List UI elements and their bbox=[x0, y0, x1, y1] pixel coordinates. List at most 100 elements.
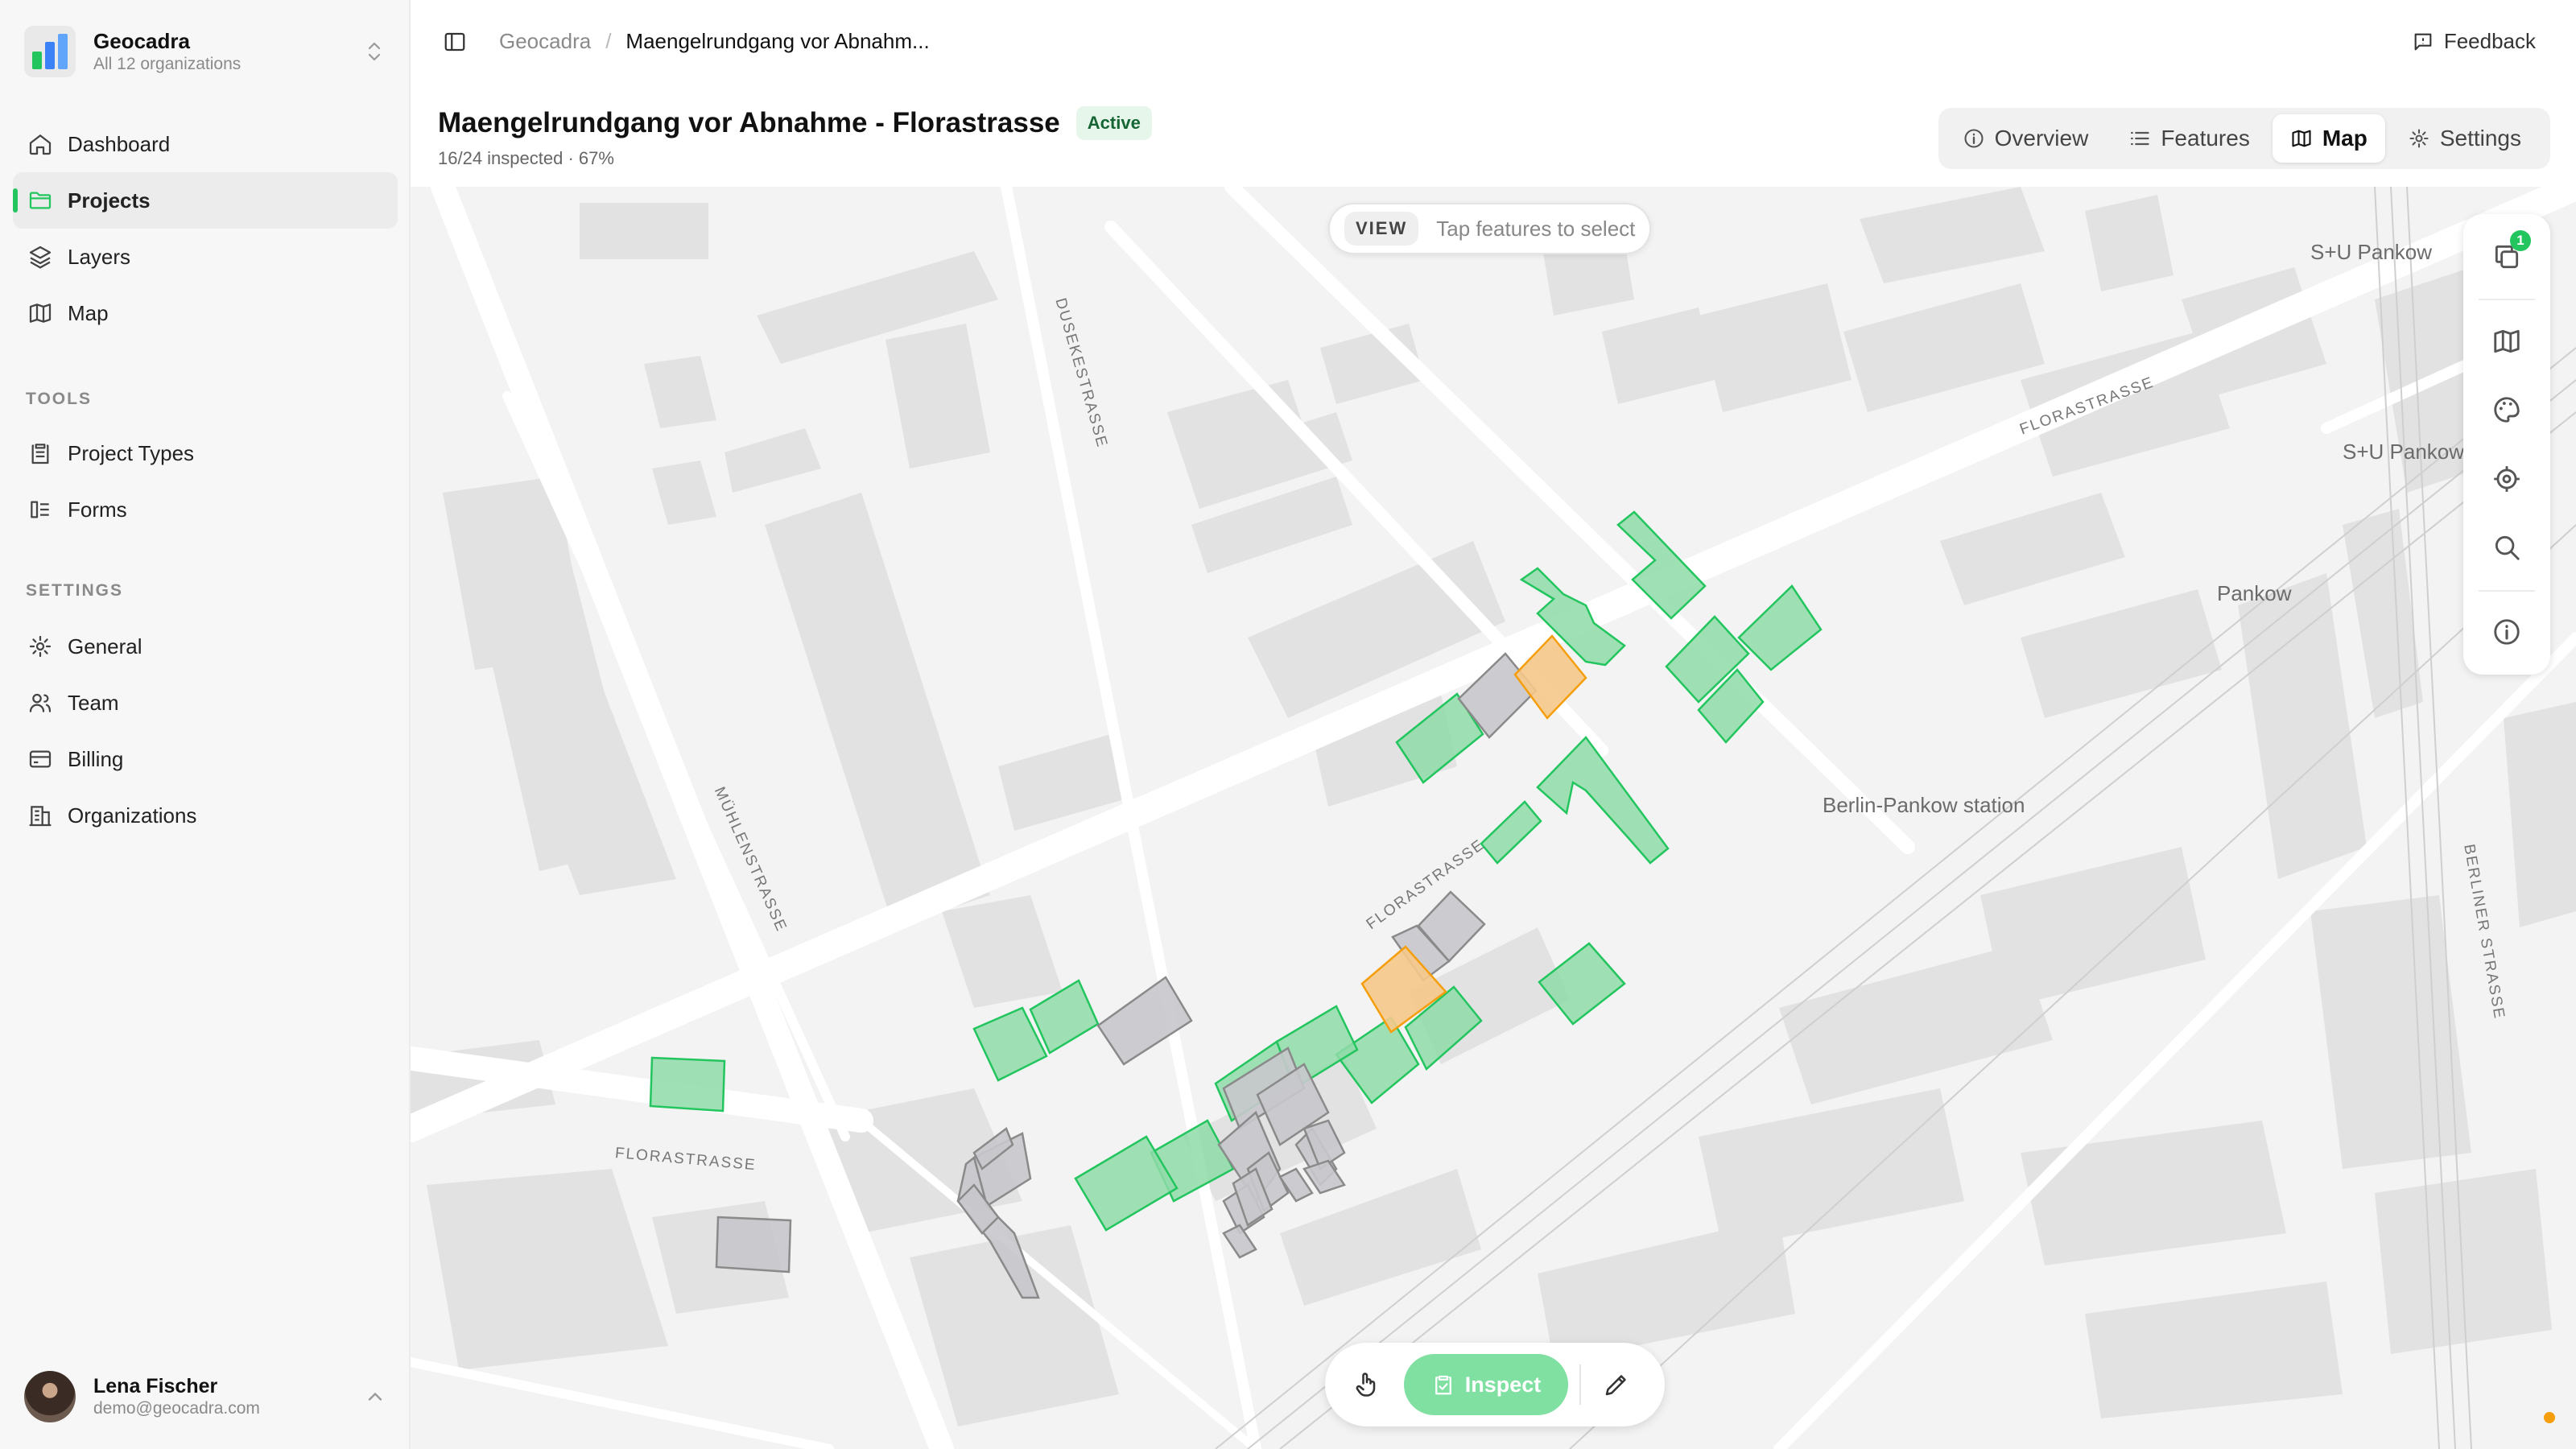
breadcrumb: Geocadra / Maengelrundgang vor Abnahm... bbox=[443, 29, 930, 54]
page-title: Maengelrundgang vor Abnahme - Florastras… bbox=[438, 107, 1060, 138]
org-switcher[interactable]: Geocadra All 12 organizations bbox=[24, 23, 386, 80]
nav-billing[interactable]: Billing bbox=[13, 731, 398, 787]
org-logo bbox=[24, 26, 76, 77]
feedback-label: Feedback bbox=[2443, 29, 2536, 53]
inspect-label: Inspect bbox=[1464, 1372, 1542, 1397]
map-label-su-pankow-2: S+U Pankow bbox=[2343, 440, 2465, 464]
map-icon bbox=[29, 303, 52, 323]
nav-label: Forms bbox=[68, 497, 127, 522]
nav-label: Layers bbox=[68, 244, 131, 269]
nav-label: Projects bbox=[68, 188, 151, 213]
palette-icon bbox=[2494, 397, 2520, 423]
list-icon bbox=[2131, 131, 2149, 146]
avatar bbox=[24, 1371, 76, 1422]
map-label-station: Berlin-Pankow station bbox=[1823, 793, 2025, 817]
nav-label: General bbox=[68, 634, 142, 658]
app-root: Geocadra All 12 organizations Dashboard … bbox=[0, 0, 2576, 1449]
nav-team[interactable]: Team bbox=[13, 675, 398, 731]
tab-label: Overview bbox=[1994, 126, 2089, 151]
org-subtitle: All 12 organizations bbox=[93, 55, 242, 73]
basemap-button[interactable] bbox=[2478, 315, 2536, 367]
pencil-icon bbox=[1605, 1375, 1626, 1396]
layers-panel-button[interactable]: 1 bbox=[2478, 230, 2536, 283]
nav-layers[interactable]: Layers bbox=[13, 229, 398, 285]
top-bar: Geocadra / Maengelrundgang vor Abnahm...… bbox=[411, 0, 2576, 89]
gear-icon bbox=[2409, 129, 2429, 148]
rail-divider bbox=[2479, 589, 2535, 592]
map-label-pankow: Pankow bbox=[2217, 581, 2292, 605]
org-name: Geocadra bbox=[93, 29, 190, 53]
feedback-button[interactable]: Feedback bbox=[2412, 29, 2536, 54]
tools-section-label: TOOLS bbox=[26, 390, 92, 408]
nav-label: Project Types bbox=[68, 440, 195, 465]
tab-label: Features bbox=[2161, 126, 2250, 151]
settings-section-label: SETTINGS bbox=[26, 581, 124, 600]
chevron-up-down-icon bbox=[362, 35, 386, 68]
crosshair-icon bbox=[2494, 465, 2520, 492]
sidebar: Geocadra All 12 organizations Dashboard … bbox=[0, 0, 411, 1449]
map-bottom-toolbar: Inspect bbox=[1325, 1343, 1665, 1426]
user-email: demo@geocadra.com bbox=[93, 1399, 260, 1418]
progress-summary: 16/24 inspected · 67% bbox=[438, 148, 614, 168]
mode-hint: Tap features to select bbox=[1436, 216, 1636, 241]
style-button[interactable] bbox=[2478, 384, 2536, 436]
nav-projects[interactable]: Projects bbox=[13, 172, 398, 229]
building-icon bbox=[29, 806, 52, 827]
clipboard-check-icon bbox=[1435, 1375, 1451, 1395]
sidebar-toggle-icon[interactable] bbox=[443, 30, 467, 54]
hand-pointer-icon bbox=[1356, 1373, 1376, 1397]
map-icon bbox=[2292, 130, 2311, 147]
map-icon bbox=[2494, 329, 2520, 353]
nav-forms[interactable]: Forms bbox=[13, 481, 398, 538]
settings-nav: General Team Billing Organizations bbox=[13, 618, 398, 844]
form-icon bbox=[31, 501, 49, 518]
message-icon bbox=[2414, 33, 2432, 50]
home-icon bbox=[29, 134, 52, 155]
nav-label: Organizations bbox=[68, 803, 197, 828]
pan-tool-button[interactable] bbox=[1341, 1359, 1393, 1410]
tab-map[interactable]: Map bbox=[2272, 114, 2385, 163]
nav-organizations[interactable]: Organizations bbox=[13, 787, 398, 844]
nav-map[interactable]: Map bbox=[13, 285, 398, 341]
tab-overview[interactable]: Overview bbox=[1945, 114, 2107, 163]
inspect-button[interactable]: Inspect bbox=[1404, 1354, 1568, 1415]
locate-button[interactable] bbox=[2478, 452, 2536, 505]
toolbar-divider bbox=[1579, 1364, 1581, 1405]
tab-settings[interactable]: Settings bbox=[2390, 114, 2539, 163]
folder-icon bbox=[29, 192, 52, 209]
info-icon bbox=[2494, 619, 2520, 645]
map-canvas[interactable]: Berlin-Pankow station S+U Pankow S+U Pan… bbox=[411, 187, 2576, 1449]
nav-dashboard[interactable]: Dashboard bbox=[13, 116, 398, 172]
map-info-button[interactable] bbox=[2478, 606, 2536, 658]
map-tool-rail: 1 bbox=[2463, 214, 2550, 675]
rail-divider bbox=[2479, 299, 2535, 301]
nav-label: Team bbox=[68, 690, 119, 715]
map-label-su-pankow-1: S+U Pankow bbox=[2310, 240, 2433, 264]
map-mode-indicator: VIEW Tap features to select bbox=[1328, 203, 1652, 254]
user-name: Lena Fischer bbox=[93, 1375, 218, 1397]
clipboard-icon bbox=[31, 444, 49, 464]
nav-label: Map bbox=[68, 300, 109, 325]
main-nav: Dashboard Projects Layers Map bbox=[13, 116, 398, 341]
breadcrumb-root[interactable]: Geocadra bbox=[499, 29, 591, 54]
breadcrumb-separator: / bbox=[605, 29, 612, 53]
tab-features[interactable]: Features bbox=[2111, 114, 2268, 163]
search-icon bbox=[2495, 535, 2520, 560]
tab-label: Map bbox=[2322, 126, 2368, 151]
edit-tool-button[interactable] bbox=[1591, 1359, 1642, 1410]
users-icon bbox=[29, 693, 52, 712]
status-dot bbox=[2544, 1412, 2555, 1423]
breadcrumb-current: Maengelrundgang vor Abnahm... bbox=[625, 29, 930, 53]
nav-label: Billing bbox=[68, 746, 124, 771]
card-icon bbox=[29, 750, 52, 768]
chevron-up-icon bbox=[368, 1392, 382, 1401]
gear-icon bbox=[29, 635, 52, 658]
nav-general[interactable]: General bbox=[13, 618, 398, 675]
tools-nav: Project Types Forms bbox=[13, 425, 398, 538]
nav-label: Dashboard bbox=[68, 131, 171, 156]
user-menu[interactable]: Lena Fischer demo@geocadra.com bbox=[24, 1368, 386, 1425]
search-button[interactable] bbox=[2478, 521, 2536, 573]
project-tabs: Overview Features Map Settings bbox=[1938, 108, 2550, 169]
nav-project-types[interactable]: Project Types bbox=[13, 425, 398, 481]
layer-count-badge: 1 bbox=[2510, 230, 2531, 251]
